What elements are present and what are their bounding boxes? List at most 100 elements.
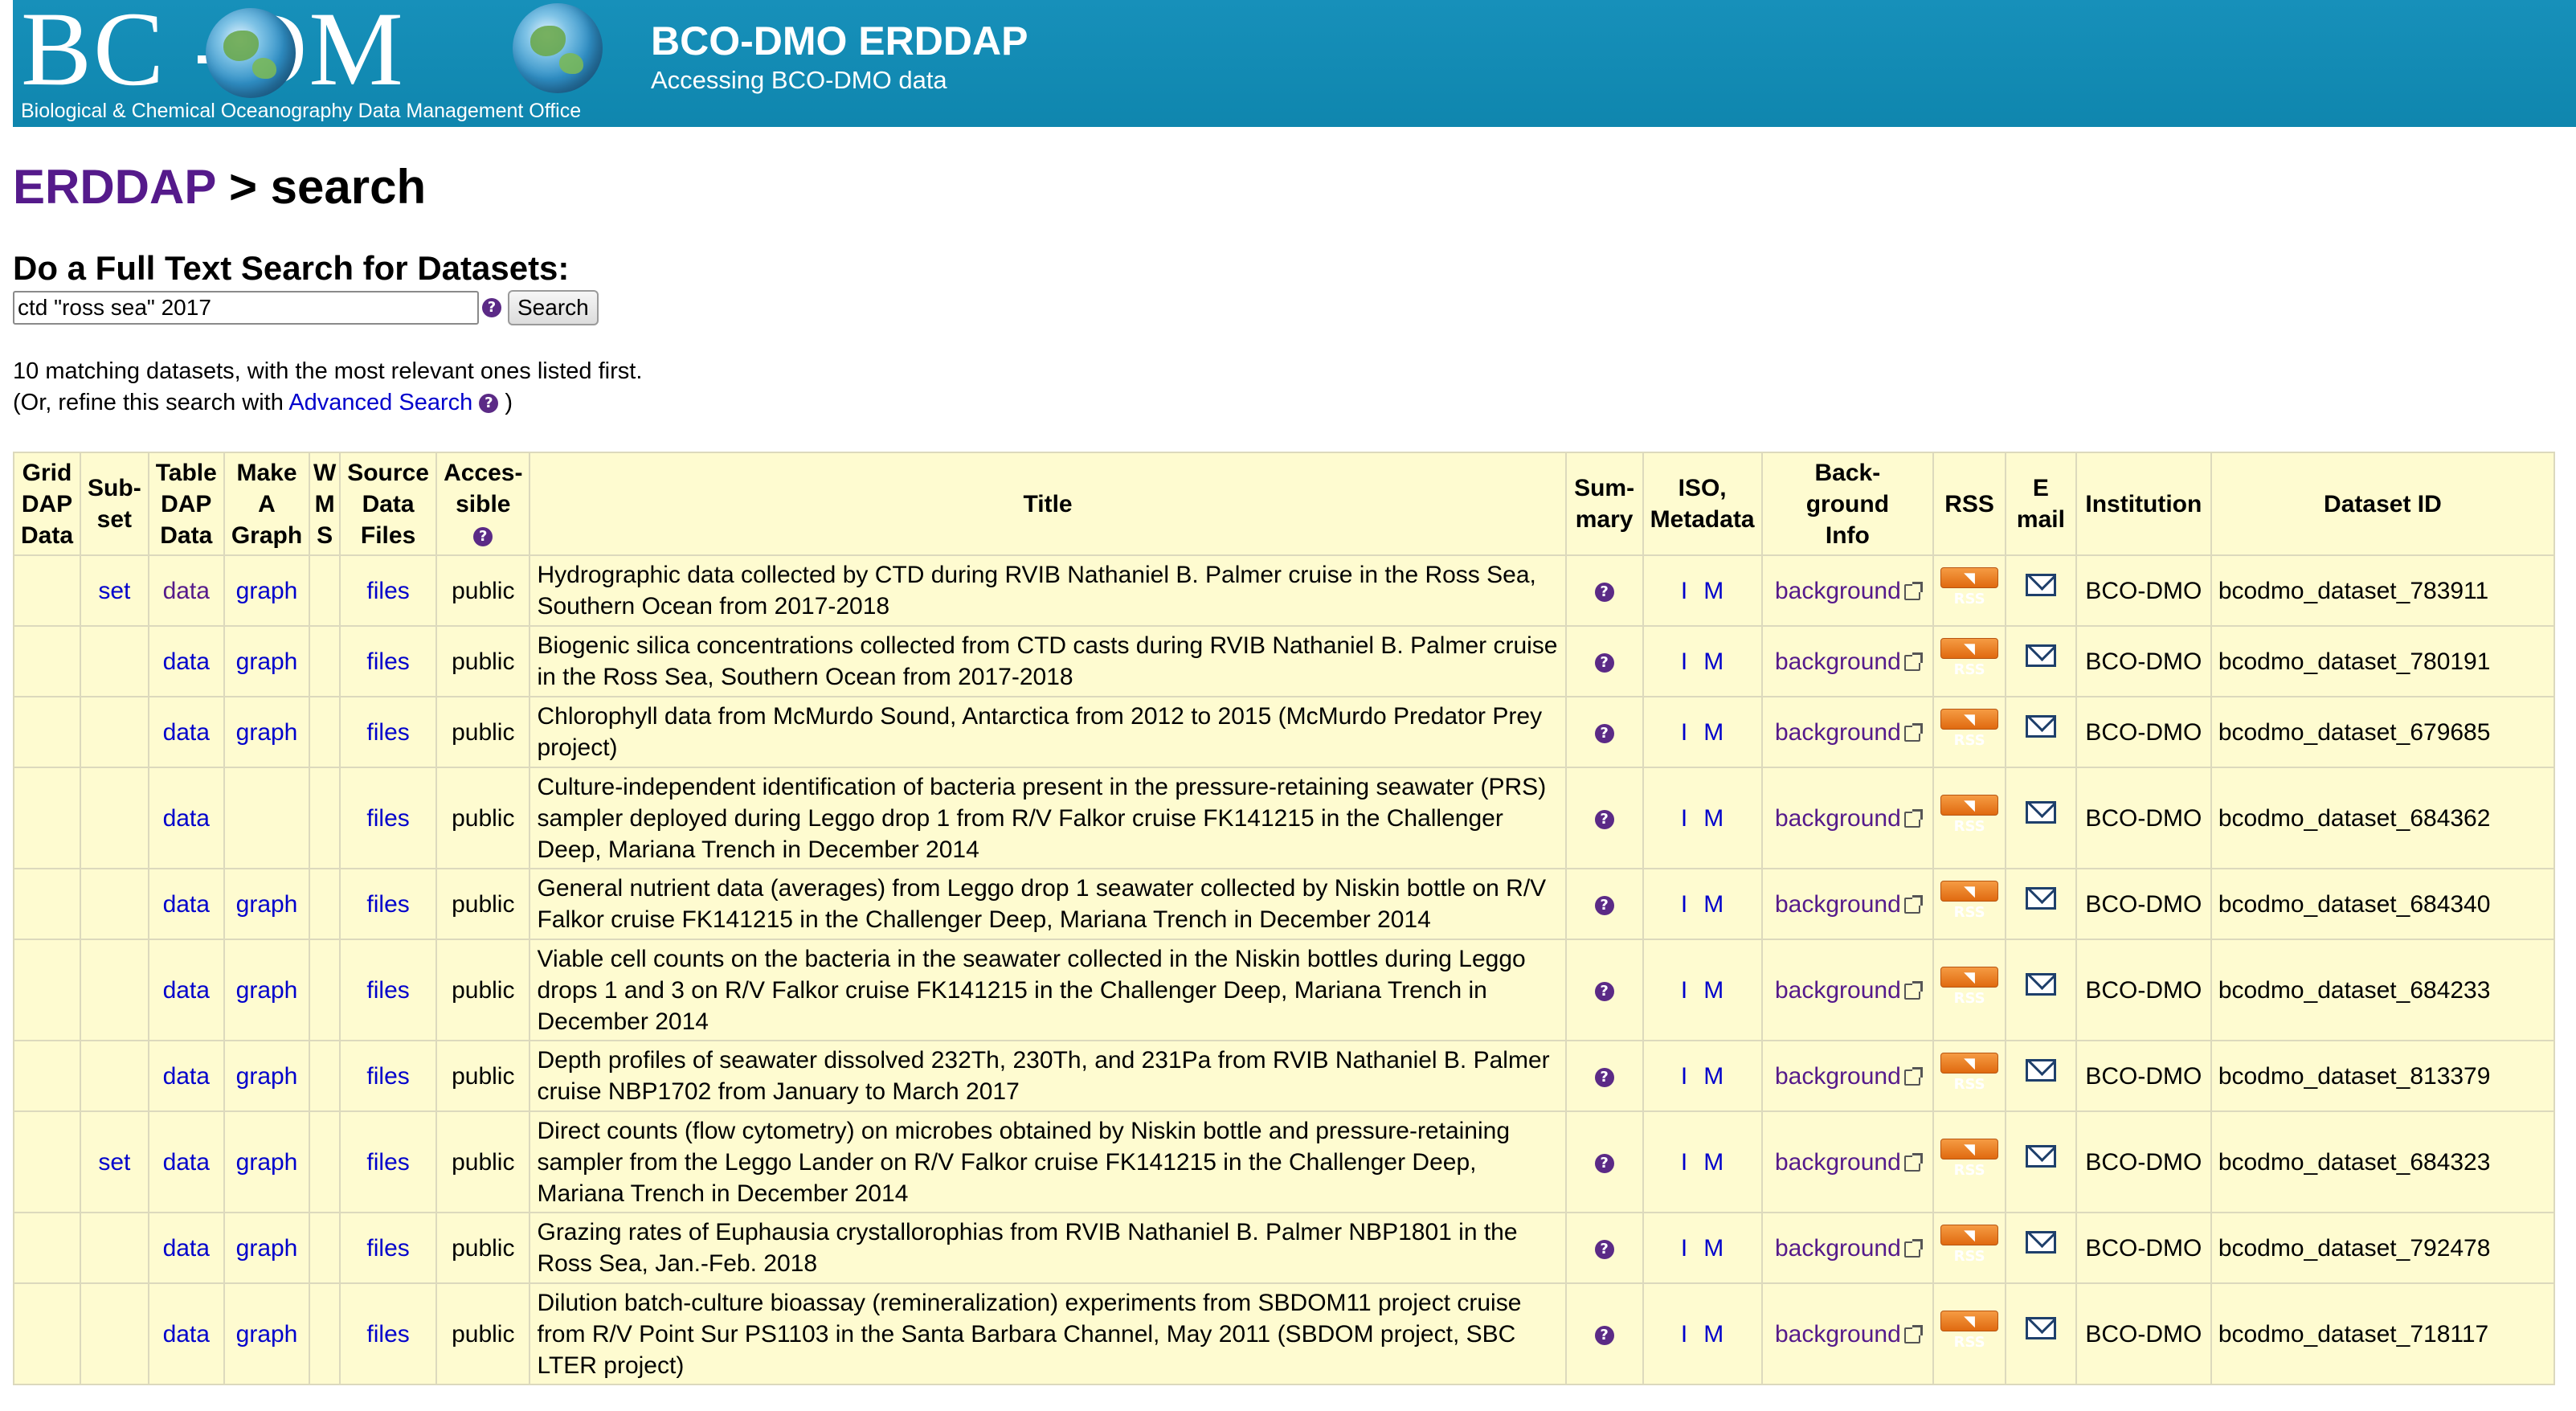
rss-icon[interactable]: ◥ RSS [1940, 708, 1998, 749]
iso-link[interactable]: I [1681, 1149, 1687, 1176]
summary-info-icon[interactable]: ? [1594, 1067, 1614, 1087]
iso-link[interactable]: I [1681, 578, 1687, 604]
source-files-link[interactable]: files [366, 891, 409, 918]
tabledap-data-link[interactable]: data [163, 719, 210, 746]
iso-link[interactable]: I [1681, 891, 1687, 918]
tabledap-data-link[interactable]: data [163, 1321, 210, 1348]
metadata-link[interactable]: M [1703, 648, 1723, 675]
make-graph-link[interactable]: graph [236, 1321, 298, 1348]
tabledap-data-link[interactable]: data [163, 1149, 210, 1176]
email-icon[interactable] [2025, 973, 2056, 996]
search-button[interactable]: Search [508, 290, 599, 325]
email-icon[interactable] [2025, 887, 2056, 910]
background-info-link[interactable]: background [1775, 1063, 1923, 1090]
tabledap-data-link[interactable]: data [163, 648, 210, 675]
iso-link[interactable]: I [1681, 648, 1687, 675]
background-info-link[interactable]: background [1775, 648, 1923, 675]
email-icon[interactable] [2025, 1231, 2056, 1254]
source-files-link[interactable]: files [366, 578, 409, 604]
email-icon[interactable] [2025, 801, 2056, 824]
subset-link[interactable]: set [98, 578, 130, 604]
source-files-link[interactable]: files [366, 648, 409, 675]
question-icon[interactable]: ? [473, 526, 493, 546]
source-files-link[interactable]: files [366, 1149, 409, 1176]
iso-link[interactable]: I [1681, 1235, 1687, 1262]
metadata-link[interactable]: M [1703, 1235, 1723, 1262]
background-info-link[interactable]: background [1775, 977, 1923, 1004]
metadata-link[interactable]: M [1703, 805, 1723, 832]
make-graph-link[interactable]: graph [236, 977, 298, 1004]
summary-info-icon[interactable]: ? [1594, 582, 1614, 602]
source-files-link[interactable]: files [366, 719, 409, 746]
make-graph-link[interactable]: graph [236, 1149, 298, 1176]
background-info-link[interactable]: background [1775, 578, 1923, 604]
summary-info-icon[interactable]: ? [1594, 981, 1614, 1001]
source-files-link[interactable]: files [366, 805, 409, 832]
source-files-link[interactable]: files [366, 1321, 409, 1348]
background-info-link[interactable]: background [1775, 1149, 1923, 1176]
rss-icon[interactable]: ◥ RSS [1940, 1052, 1998, 1093]
background-info-link[interactable]: background [1775, 1321, 1923, 1348]
iso-link[interactable]: I [1681, 1321, 1687, 1348]
question-icon[interactable]: ? [479, 394, 499, 414]
summary-info-icon[interactable]: ? [1594, 1239, 1614, 1259]
summary-info-icon[interactable]: ? [1594, 1153, 1614, 1173]
rss-icon[interactable]: ◥ RSS [1940, 966, 1998, 1007]
background-info-link[interactable]: background [1775, 805, 1923, 832]
iso-link[interactable]: I [1681, 719, 1687, 746]
metadata-link[interactable]: M [1703, 891, 1723, 918]
rss-icon[interactable]: ◥ RSS [1940, 1138, 1998, 1179]
email-icon[interactable] [2025, 715, 2056, 738]
metadata-link[interactable]: M [1703, 578, 1723, 604]
metadata-link[interactable]: M [1703, 1063, 1723, 1090]
tabledap-data-link[interactable]: data [163, 578, 210, 604]
rss-icon[interactable]: ◥ RSS [1940, 1310, 1998, 1351]
source-files-link[interactable]: files [366, 1235, 409, 1262]
make-graph-link[interactable]: graph [236, 719, 298, 746]
tabledap-data-link[interactable]: data [163, 891, 210, 918]
email-icon[interactable] [2025, 644, 2056, 667]
summary-info-icon[interactable]: ? [1594, 809, 1614, 829]
iso-link[interactable]: I [1681, 977, 1687, 1004]
subset-link[interactable]: set [98, 1149, 130, 1176]
metadata-link[interactable]: M [1703, 977, 1723, 1004]
email-icon[interactable] [2025, 1145, 2056, 1168]
rss-icon[interactable]: ◥ RSS [1940, 1224, 1998, 1265]
background-info-link[interactable]: background [1775, 891, 1923, 918]
question-icon[interactable]: ? [482, 298, 501, 317]
email-icon[interactable] [2025, 1317, 2056, 1339]
breadcrumb-erddap-link[interactable]: ERDDAP [13, 160, 215, 214]
metadata-link[interactable]: M [1703, 719, 1723, 746]
email-icon[interactable] [2025, 574, 2056, 596]
make-graph-link[interactable]: graph [236, 648, 298, 675]
rss-icon[interactable]: ◥ RSS [1940, 794, 1998, 835]
background-info-link[interactable]: background [1775, 1235, 1923, 1262]
make-graph-link[interactable]: graph [236, 578, 298, 604]
summary-info-icon[interactable]: ? [1594, 723, 1614, 743]
rss-icon[interactable]: ◥ RSS [1940, 880, 1998, 921]
tabledap-data-link[interactable]: data [163, 977, 210, 1004]
make-graph-link[interactable]: graph [236, 1235, 298, 1262]
email-icon[interactable] [2025, 1059, 2056, 1082]
summary-info-icon[interactable]: ? [1594, 895, 1614, 915]
rss-icon[interactable]: ◥ RSS [1940, 637, 1998, 678]
tabledap-data-link[interactable]: data [163, 1063, 210, 1090]
tabledap-data-link[interactable]: data [163, 1235, 210, 1262]
source-files-link[interactable]: files [366, 1063, 409, 1090]
source-files-link[interactable]: files [366, 977, 409, 1004]
advanced-search-link[interactable]: Advanced Search [288, 390, 472, 415]
search-input[interactable] [13, 291, 479, 325]
summary-info-icon[interactable]: ? [1594, 652, 1614, 673]
rss-icon[interactable]: ◥ RSS [1940, 566, 1998, 607]
iso-link[interactable]: I [1681, 805, 1687, 832]
metadata-link[interactable]: M [1703, 1321, 1723, 1348]
background-info-link[interactable]: background [1775, 719, 1923, 746]
summary-info-icon[interactable]: ? [1594, 1325, 1614, 1345]
make-graph-link[interactable]: graph [236, 1063, 298, 1090]
iso-link[interactable]: I [1681, 1063, 1687, 1090]
summary-cell: ? [1564, 939, 1644, 1041]
make-graph-link[interactable]: graph [236, 891, 298, 918]
bco-dmo-logo[interactable]: BC -DM Biological & Chemical Oceanograph… [13, 0, 603, 127]
tabledap-data-link[interactable]: data [163, 805, 210, 832]
metadata-link[interactable]: M [1703, 1149, 1723, 1176]
